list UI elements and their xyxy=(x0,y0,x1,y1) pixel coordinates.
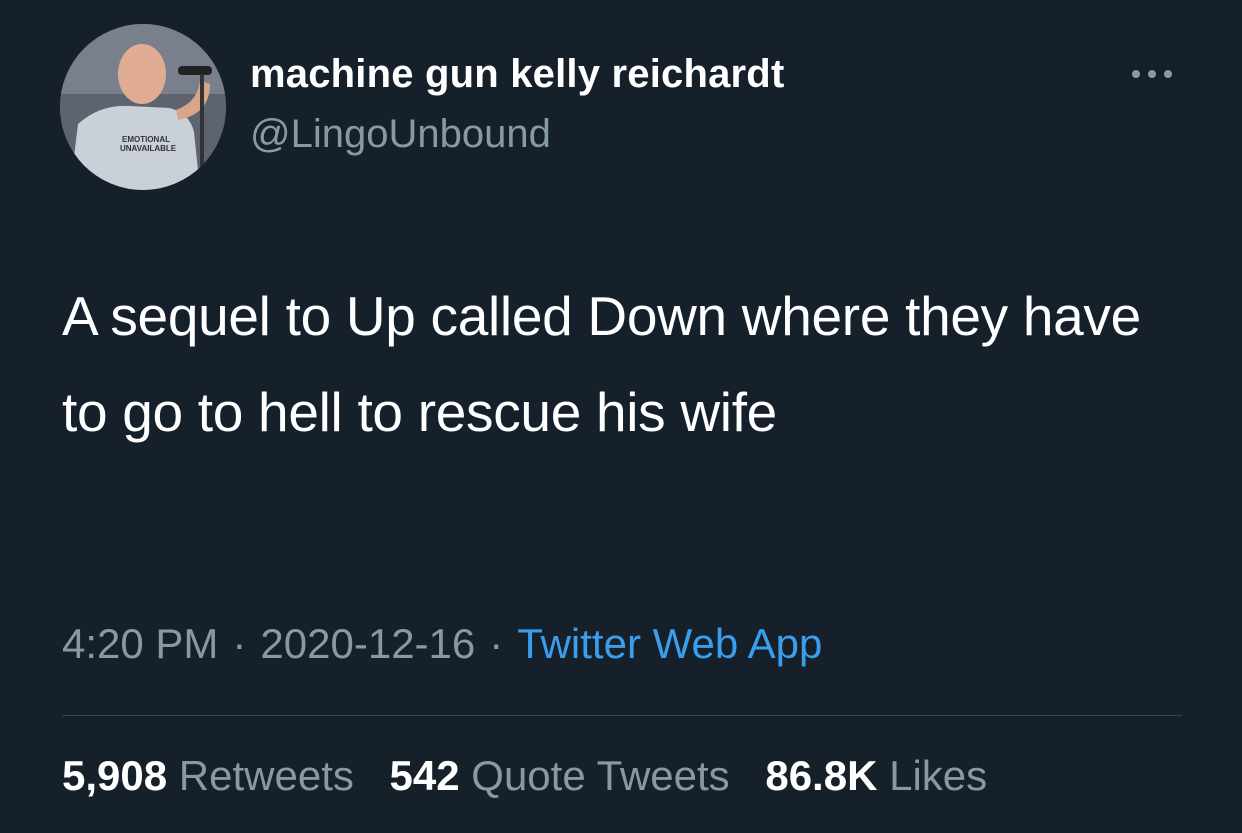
tweet-stats: 5,908 Retweets 542 Quote Tweets 86.8K Li… xyxy=(62,752,1011,800)
likes-count: 86.8K xyxy=(765,752,878,799)
tweet-meta: 4:20 PM · 2020-12-16 · Twitter Web App xyxy=(62,620,822,668)
retweets-label: Retweets xyxy=(178,752,354,799)
tweet-date[interactable]: 2020-12-16 xyxy=(260,620,475,667)
quotes-stat[interactable]: 542 Quote Tweets xyxy=(390,752,730,799)
tweet-source-link[interactable]: Twitter Web App xyxy=(517,620,822,667)
avatar[interactable]: EMOTIONAL UNAVAILABLE xyxy=(60,24,226,190)
display-name[interactable]: machine gun kelly reichardt xyxy=(250,52,784,97)
avatar-shirt-text-2: UNAVAILABLE xyxy=(120,144,177,153)
likes-stat[interactable]: 86.8K Likes xyxy=(765,752,987,799)
divider xyxy=(62,715,1182,716)
more-icon[interactable] xyxy=(1128,64,1176,84)
tweet-card: EMOTIONAL UNAVAILABLE machine gun kelly … xyxy=(0,0,1242,833)
retweets-count: 5,908 xyxy=(62,752,168,799)
meta-separator: · xyxy=(489,620,504,667)
quotes-count: 542 xyxy=(389,752,460,799)
tweet-time[interactable]: 4:20 PM xyxy=(62,620,218,667)
tweet-text: A sequel to Up called Down where they ha… xyxy=(62,285,1141,443)
likes-label: Likes xyxy=(889,752,988,799)
meta-separator: · xyxy=(232,620,247,667)
avatar-image: EMOTIONAL UNAVAILABLE xyxy=(60,24,226,190)
retweets-stat[interactable]: 5,908 Retweets xyxy=(62,752,354,799)
user-handle[interactable]: @LingoUnbound xyxy=(250,112,551,157)
avatar-shirt-text-1: EMOTIONAL xyxy=(122,135,170,144)
quotes-label: Quote Tweets xyxy=(471,752,730,799)
